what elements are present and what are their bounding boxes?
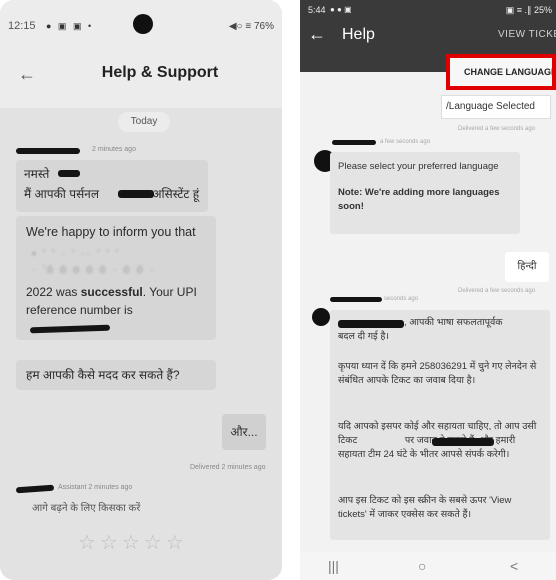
- message-text: reference number is: [26, 303, 133, 317]
- message-text: , आपकी भाषा सफलतापूर्वक: [404, 317, 503, 328]
- message-text: 2022 was successful. Your UPI: [26, 285, 197, 299]
- system-navbar: ||| ○ <: [300, 552, 556, 580]
- page-title: Help & Support: [101, 64, 219, 81]
- message-text: Please select your preferred language: [338, 161, 499, 172]
- blurred-text: • ' ' · ' ·· ' ' ': [32, 248, 120, 260]
- message-text: आगे बढ़ने के लिए किसका करें: [32, 503, 141, 514]
- view-tickets-button[interactable]: VIEW TICKETS: [498, 29, 556, 40]
- redacted-sender: [332, 140, 376, 145]
- change-language-button[interactable]: CHANGE LANGUAGE: [446, 54, 556, 90]
- notification-icons: ● ▣ ▣ •: [46, 21, 94, 31]
- message-text: कृपया ध्यान दें कि हमने 258036291 में चु…: [338, 361, 537, 386]
- message-timestamp: a few seconds ago: [380, 139, 431, 145]
- redacted-sender: [16, 148, 80, 154]
- message-note: Note: We're adding more languages soon!: [338, 187, 500, 212]
- message-text: नमस्ते: [24, 167, 50, 181]
- message-text: आप इस टिकट को इस स्क्रीन के सबसे ऊपर 'Vi…: [338, 495, 512, 520]
- status-bar: 12:15 ● ▣ ▣ • ◀○ ≡ 76%: [0, 0, 282, 36]
- date-chip: Today: [118, 112, 170, 132]
- home-icon[interactable]: ○: [418, 558, 426, 574]
- redacted-name: [338, 320, 404, 328]
- camera-cutout: [133, 14, 153, 34]
- delivered-status: Delivered a few seconds ago: [458, 288, 536, 294]
- user-reply-bubble[interactable]: हिन्दी: [505, 252, 549, 282]
- delivered-status: Delivered 2 minutes ago: [190, 464, 266, 471]
- status-time: 12:15: [8, 20, 36, 32]
- redacted-name: [118, 190, 154, 198]
- app-header: ← Help & Support: [0, 36, 282, 108]
- bot-avatar: [312, 308, 330, 326]
- message-text: We're happy to inform you that: [26, 225, 196, 239]
- message-timestamp: 2 minutes ago: [92, 146, 136, 153]
- back-nav-icon[interactable]: <: [510, 558, 518, 574]
- user-reply-bubble[interactable]: और...: [222, 414, 266, 450]
- redacted-sender: [330, 297, 382, 302]
- message-timestamp: Assistant 2 minutes ago: [58, 484, 133, 491]
- message-text: हम आपकी कैसे मदद कर सकते हैं?: [26, 368, 180, 382]
- message-text: बदल दी गई है।: [338, 331, 389, 342]
- language-selected-item[interactable]: /Language Selected: [441, 95, 551, 119]
- notification-icons: ● ● ▣: [330, 5, 352, 14]
- chat-area[interactable]: Today 2 minutes ago नमस्ते मैं आपकी पर्स…: [0, 108, 282, 580]
- redacted-ticket: [432, 438, 494, 446]
- redacted-sender: [15, 484, 55, 494]
- battery-status: ▣ ≡ .∥ 25%: [505, 5, 552, 15]
- rating-stars[interactable]: ☆☆☆☆☆: [78, 530, 188, 555]
- battery-status: ◀○ ≡ 76%: [228, 21, 274, 32]
- delivered-status: Delivered a few seconds ago: [458, 126, 536, 132]
- redacted-name: [58, 170, 80, 177]
- left-phone-screen: 12:15 ● ▣ ▣ • ◀○ ≡ 76% ← Help & Support …: [0, 0, 282, 580]
- back-arrow-icon[interactable]: ←: [308, 24, 326, 45]
- message-timestamp: seconds ago: [384, 296, 419, 302]
- right-phone-screen: 5:44 ● ● ▣ ▣ ≡ .∥ 25% ← Help VIEW TICKET…: [300, 0, 556, 580]
- blurred-text: · 'ó ó o ó ó · ó ó ·: [32, 264, 156, 276]
- status-time: 5:44: [308, 5, 326, 15]
- recents-icon[interactable]: |||: [328, 558, 339, 574]
- page-title: Help: [342, 26, 375, 43]
- message-text: मैं आपकी पर्सनल असिस्टेंट हूं: [24, 187, 200, 201]
